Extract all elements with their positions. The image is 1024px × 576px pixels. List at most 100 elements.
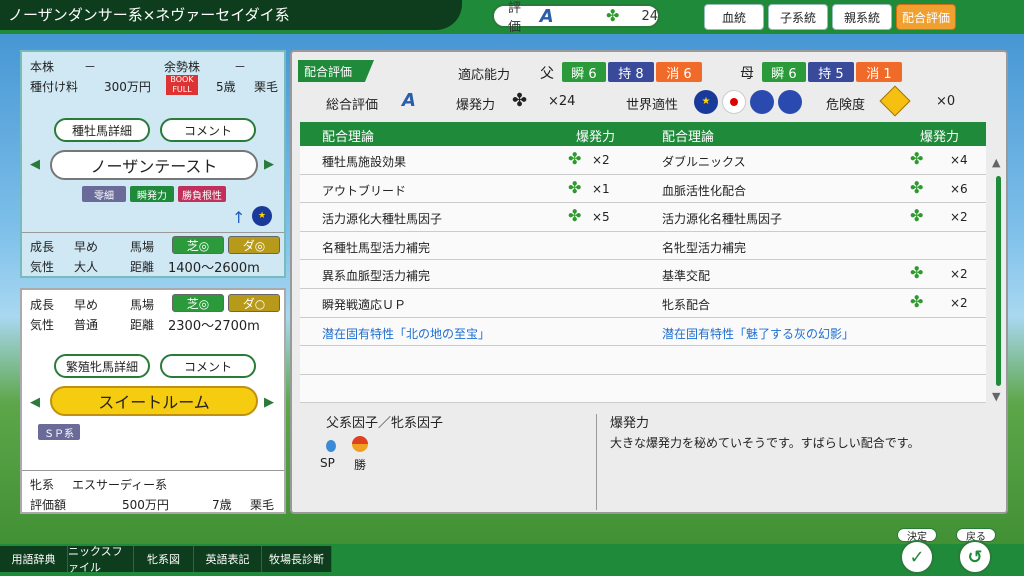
theory-name: 種牡馬施設効果 [322, 155, 407, 169]
rating-label: 評価 [508, 1, 522, 35]
english-name-button[interactable]: 英語表記 [194, 546, 262, 572]
dam-stats-label: 母 [740, 66, 754, 82]
danger-label: 危険度 [826, 98, 866, 113]
rating-grade: A [539, 5, 554, 27]
sp-factor-icon [326, 440, 336, 452]
tab-breeding-eval[interactable]: 配合評価 [896, 4, 956, 30]
next-mare-arrow-icon[interactable]: ▶ [264, 395, 274, 410]
sire-name[interactable]: ノーザンテースト [50, 150, 258, 180]
scroll-thumb[interactable] [996, 176, 1001, 386]
mare-dirt-aptitude: ダ○ [228, 294, 280, 312]
up-arrow-icon: ↑ [232, 208, 246, 227]
sp-factor-label: SP [320, 456, 335, 470]
tab-parent-line[interactable]: 親系統 [832, 4, 892, 30]
clover-icon: ✤ [910, 206, 924, 226]
sire-surplus-label: 余勢株 [164, 60, 201, 74]
rating-summary: 評価 A ✤ 24 [492, 1, 660, 35]
col-burst-right: 爆発力 [920, 130, 960, 145]
theory-name: 名種牡馬型活力補完 [322, 240, 431, 255]
clover-icon: ✤ [910, 291, 924, 311]
theory-name: 活力源化名種牡馬因子 [662, 212, 783, 227]
region-flag-icon [778, 90, 802, 114]
clover-icon: ✤ [910, 263, 924, 283]
sire-age: 5歳 [216, 80, 236, 94]
table-row [300, 346, 986, 375]
clover-icon: ✤ [568, 206, 582, 226]
page-title: ノーザンダンサー系×ネヴァーセイダイ系 [0, 0, 462, 30]
dam-stat-stamina: 持 5 [808, 62, 854, 82]
guts-factor-icon [352, 436, 368, 452]
world-label: 世界適性 [626, 98, 679, 113]
scroll-up-icon[interactable]: ▲ [992, 156, 1000, 169]
mare-comment-button[interactable]: コメント [160, 354, 256, 378]
sire-fee: 300万円 [104, 80, 151, 94]
col-burst-left: 爆発力 [576, 130, 616, 145]
mare-distance: 2300〜2700m [168, 319, 260, 334]
sire-tag-burst: 瞬発力 [130, 186, 174, 202]
female-line-button[interactable]: 牝系図 [134, 546, 194, 572]
guts-factor-label: 勝 [354, 458, 367, 472]
sire-coat: 栗毛 [254, 80, 279, 94]
sire-stat-burst: 瞬 6 [562, 62, 606, 82]
theory-burst-value: ×6 [950, 181, 968, 196]
tab-child-line[interactable]: 子系統 [768, 4, 828, 30]
sire-stock-label: 本株 [30, 60, 55, 74]
prev-sire-arrow-icon[interactable]: ◀ [30, 157, 40, 172]
sire-comment-button[interactable]: コメント [160, 118, 256, 142]
sire-fee-label: 種付け料 [30, 80, 79, 94]
sire-stats-label: 父 [540, 66, 554, 82]
sire-growth-label: 成長 [30, 240, 55, 254]
clover-icon: ✤ [910, 149, 924, 168]
prev-mare-arrow-icon[interactable]: ◀ [30, 395, 40, 410]
ranch-manager-button[interactable]: 牧場長診断 [262, 546, 332, 572]
mare-detail-button[interactable]: 繁殖牝馬詳細 [54, 354, 150, 378]
back-button[interactable]: ↺ [958, 540, 992, 574]
clover-icon: ✤ [606, 6, 620, 25]
theory-name: 名牝型活力補完 [662, 240, 747, 255]
scroll-down-icon[interactable]: ▼ [992, 390, 1000, 403]
table-row: 活力源化大種牡馬因子 ✤ ×5 活力源化名種牡馬因子 ✤ ×2 [300, 203, 986, 232]
col-theory-left: 配合理論 [322, 130, 375, 145]
table-row: 異系血脈型活力補完 基準交配 ✤ ×2 [300, 260, 986, 289]
clover-count: 24 [641, 8, 658, 24]
theory-table-header: 配合理論 爆発力 配合理論 爆発力 [300, 122, 986, 146]
sire-detail-button[interactable]: 種牡馬詳細 [54, 118, 150, 142]
nicks-file-button[interactable]: ニックスファイル [68, 545, 134, 574]
next-sire-arrow-icon[interactable]: ▶ [264, 157, 274, 172]
japan-flag-icon [722, 90, 746, 114]
sire-temper: 大人 [74, 260, 99, 274]
sire-stat-consume: 消 6 [656, 62, 702, 82]
clover-icon: ✤ [512, 90, 528, 111]
theory-burst-value: ×2 [950, 210, 968, 225]
mare-panel: 成長 早め 馬場 芝◎ ダ○ 気性 普通 距離 2300〜2700m 繁殖牝馬詳… [20, 288, 286, 514]
mare-line: エスサーディー系 [72, 478, 168, 492]
theory-burst-value: ×4 [950, 153, 968, 167]
theory-burst-value: ×2 [950, 295, 968, 310]
table-row: アウトブリード ✤ ×1 血脈活性化配合 ✤ ×6 [300, 174, 986, 204]
mare-name[interactable]: スイートルーム [50, 386, 258, 416]
overall-grade: A [402, 90, 416, 111]
mare-line-label: 牝系 [30, 478, 55, 492]
glossary-button[interactable]: 用語辞典 [0, 546, 68, 572]
table-scrollbar[interactable]: ▲ ▼ [992, 156, 1004, 403]
mare-temper-label: 気性 [30, 318, 55, 332]
danger-value: ×0 [936, 94, 956, 109]
theory-name: 牝系配合 [662, 297, 711, 312]
theory-name: 基準交配 [662, 269, 711, 284]
burst-label: 爆発力 [456, 98, 496, 113]
table-row: 名種牡馬型活力補完 名牝型活力補完 [300, 231, 986, 261]
region-flag-icon [750, 90, 774, 114]
sire-growth: 早め [74, 240, 99, 254]
table-row [300, 374, 986, 404]
mare-growth: 早め [74, 298, 99, 312]
ok-button[interactable]: ✓ [900, 540, 934, 574]
sire-stock-value: － [84, 60, 97, 74]
clover-icon: ✤ [568, 177, 582, 197]
theory-burst-value: ×2 [592, 153, 610, 167]
sire-panel: 本株 － 余勢株 － 種付け料 300万円 BOOK FULL 5歳 栗毛 種牡… [20, 50, 286, 278]
sire-turf-aptitude: 芝◎ [172, 236, 224, 254]
tab-pedigree[interactable]: 血統 [704, 4, 764, 30]
mare-distance-label: 距離 [130, 318, 155, 332]
theory-name: 瞬発戦適応ＵＰ [322, 297, 407, 312]
sire-surplus-value: － [234, 60, 247, 74]
